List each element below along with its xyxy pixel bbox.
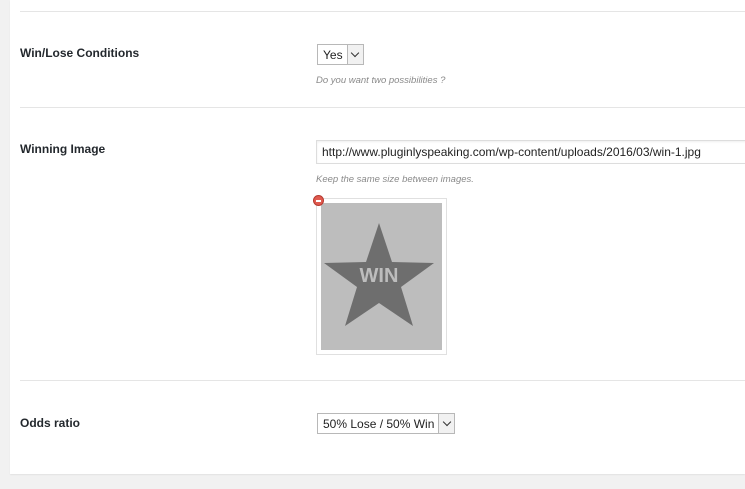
chevron-down-icon[interactable]	[438, 414, 455, 433]
win-lose-select-value: Yes	[323, 47, 343, 62]
win-lose-select[interactable]: Yes	[317, 44, 364, 65]
win-image: WIN	[321, 203, 442, 350]
win-lose-label: Win/Lose Conditions	[20, 46, 140, 60]
divider	[20, 380, 745, 381]
chevron-down-icon[interactable]	[346, 45, 363, 64]
remove-circle-icon[interactable]	[313, 195, 324, 206]
divider	[20, 11, 745, 12]
winning-image-label: Winning Image	[20, 142, 106, 156]
win-image-text: WIN	[360, 265, 399, 287]
star-icon: WIN	[324, 223, 434, 326]
winning-image-preview: WIN	[316, 198, 447, 355]
odds-ratio-label: Odds ratio	[20, 416, 81, 430]
winning-image-hint: Keep the same size between images.	[316, 174, 474, 185]
win-lose-hint: Do you want two possibilities ?	[316, 75, 446, 86]
settings-panel: Win/Lose Conditions Yes Do you want two …	[10, 0, 745, 474]
winning-image-url-input[interactable]	[316, 140, 745, 164]
odds-ratio-select[interactable]: 50% Lose / 50% Win	[317, 413, 456, 434]
odds-ratio-select-value: 50% Lose / 50% Win	[323, 416, 435, 431]
divider	[20, 107, 745, 108]
